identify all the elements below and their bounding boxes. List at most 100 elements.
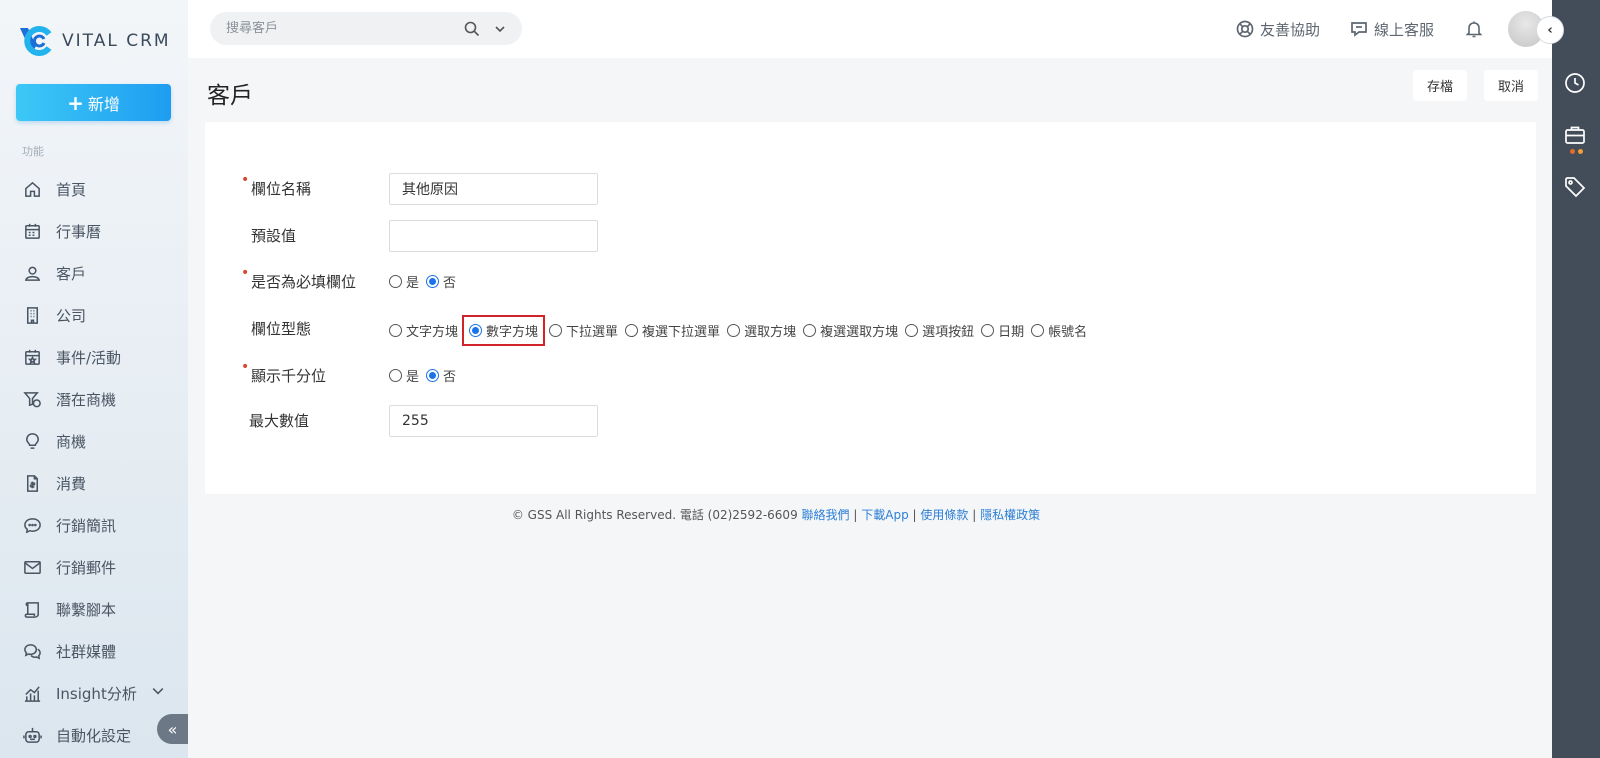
clock-icon[interactable] [1564, 72, 1588, 96]
double-chevron-left-icon: « [167, 719, 178, 739]
sidebar-item-opportunities[interactable]: 商機 [0, 420, 188, 462]
mail-icon [22, 557, 42, 577]
footer: © GSS All Rights Reserved. 電話 (02)2592-6… [0, 506, 1552, 523]
help-link[interactable]: 友善協助 [1236, 19, 1320, 40]
funnel-dollar-icon [22, 389, 42, 409]
sidebar-item-home[interactable]: 首頁 [0, 168, 188, 210]
contact-link[interactable]: 聯絡我們 [802, 508, 850, 522]
type-checkbox-radio[interactable]: 選取方塊 [727, 321, 796, 340]
thousands-yes-radio[interactable]: 是 [389, 366, 419, 385]
terms-link[interactable]: 使用條款 [920, 508, 968, 522]
field-name-label: 欄位名稱 [251, 180, 312, 198]
sidebar-nav: 首頁 行事曆 客戶 公司 事件/活動 潛在商機 商機 消費 行銷簡訊 行銷郵件 … [0, 168, 188, 756]
home-icon [22, 179, 42, 199]
sidebar-item-label: 行銷郵件 [56, 558, 117, 577]
required-no-radio[interactable]: 否 [426, 272, 456, 291]
brand-name: VITAL CRM [62, 31, 171, 51]
support-chat-icon [1351, 22, 1367, 37]
rail-toggle-button[interactable]: ‹ [1536, 16, 1564, 44]
bell-icon[interactable] [1464, 19, 1484, 39]
type-multi-checkbox-radio[interactable]: 複選選取方塊 [803, 321, 898, 340]
thousands-radio-group: 是 否 [389, 366, 463, 385]
privacy-link[interactable]: 隱私權政策 [980, 508, 1040, 522]
comments-icon [22, 641, 42, 661]
type-number-radio[interactable]: 數字方塊 [462, 315, 546, 346]
chart-icon [22, 683, 42, 703]
sidebar-item-events[interactable]: 事件/活動 [0, 336, 188, 378]
building-icon [22, 305, 42, 325]
default-value-input[interactable] [389, 220, 598, 252]
sidebar-item-social[interactable]: 社群媒體 [0, 630, 188, 672]
sidebar-item-label: 行事曆 [56, 222, 102, 241]
separator: | [853, 508, 858, 522]
new-button-label: 新增 [87, 94, 120, 114]
sidebar-item-leads[interactable]: 潛在商機 [0, 378, 188, 420]
topbar: 友善協助 線上客服 [188, 0, 1552, 58]
sidebar-item-scripts[interactable]: 聯繫腳本 [0, 588, 188, 630]
lightbulb-icon [22, 431, 42, 451]
field-form-card: • 欄位名稱 預設值 • 是否為必填欄位 是 否 欄位型態 文字方塊 數字方塊 … [205, 122, 1536, 494]
plus-icon: + [67, 90, 84, 115]
sidebar-item-label: 自動化設定 [56, 726, 132, 745]
event-calendar-icon [22, 347, 42, 367]
max-value-label: 最大數值 [249, 412, 310, 430]
required-yes-radio[interactable]: 是 [389, 272, 419, 291]
type-text-radio[interactable]: 文字方塊 [389, 321, 458, 340]
sidebar-item-label: 首頁 [56, 180, 87, 199]
support-link[interactable]: 線上客服 [1350, 19, 1434, 40]
notification-dots [1570, 149, 1583, 154]
type-option-button-radio[interactable]: 選項按鈕 [905, 321, 974, 340]
sidebar-item-customers[interactable]: 客戶 [0, 252, 188, 294]
thousands-separator-label: 顯示千分位 [251, 367, 327, 385]
sidebar-item-label: 商機 [56, 432, 87, 451]
sidebar-item-calendar[interactable]: 行事曆 [0, 210, 188, 252]
calendar-icon [22, 221, 42, 241]
sidebar: VITAL CRM + 新增 功能 首頁 行事曆 客戶 公司 事件/活動 潛在商… [0, 0, 188, 758]
required-radio-group: 是 否 [389, 272, 463, 291]
sidebar-item-email[interactable]: 行銷郵件 [0, 546, 188, 588]
thousands-no-radio[interactable]: 否 [426, 366, 456, 385]
required-field-label: 是否為必填欄位 [251, 273, 357, 291]
chevron-down-icon[interactable] [494, 23, 506, 35]
brand-logo[interactable]: VITAL CRM [18, 24, 171, 58]
receipt-icon [22, 473, 42, 493]
type-dropdown-radio[interactable]: 下拉選單 [549, 321, 618, 340]
help-label: 友善協助 [1259, 20, 1320, 39]
tag-icon[interactable] [1564, 176, 1588, 200]
sidebar-item-label: 事件/活動 [56, 348, 122, 367]
sidebar-item-consumption[interactable]: 消費 [0, 462, 188, 504]
chevron-down-icon[interactable] [150, 683, 166, 703]
separator: | [972, 508, 977, 522]
sidebar-item-label: 社群媒體 [56, 642, 117, 661]
save-button[interactable]: 存檔 [1413, 70, 1468, 101]
sidebar-item-label: 潛在商機 [56, 390, 117, 409]
separator: | [912, 508, 917, 522]
required-mark: • [241, 265, 250, 281]
required-mark: • [241, 172, 250, 188]
default-value-label: 預設值 [251, 227, 297, 245]
briefcase-icon[interactable] [1564, 124, 1588, 148]
copyright-text: © GSS All Rights Reserved. 電話 (02)2592-6… [511, 508, 798, 522]
page-title: 客戶 [207, 83, 253, 109]
search-bar[interactable] [210, 12, 522, 45]
topbar-actions: 友善協助 線上客服 [1236, 0, 1552, 58]
right-rail [1552, 0, 1600, 758]
sidebar-item-label: 消費 [56, 474, 87, 493]
download-app-link[interactable]: 下載App [861, 508, 908, 522]
type-date-radio[interactable]: 日期 [981, 321, 1024, 340]
collapse-sidebar-button[interactable]: « [157, 714, 188, 744]
search-input[interactable] [226, 21, 464, 36]
sidebar-item-company[interactable]: 公司 [0, 294, 188, 336]
required-mark: • [241, 359, 250, 375]
sidebar-item-label: 聯繫腳本 [56, 600, 117, 619]
max-value-input[interactable] [389, 405, 598, 437]
section-label: 功能 [22, 145, 44, 158]
robot-icon [22, 725, 42, 745]
search-icon[interactable] [464, 21, 480, 37]
sidebar-item-insight[interactable]: Insight分析 [0, 672, 188, 714]
field-name-input[interactable] [389, 173, 598, 205]
new-button[interactable]: + 新增 [16, 84, 171, 121]
type-multi-dropdown-radio[interactable]: 複選下拉選單 [625, 321, 720, 340]
cancel-button[interactable]: 取消 [1484, 70, 1539, 101]
type-account-radio[interactable]: 帳號名 [1031, 321, 1087, 340]
